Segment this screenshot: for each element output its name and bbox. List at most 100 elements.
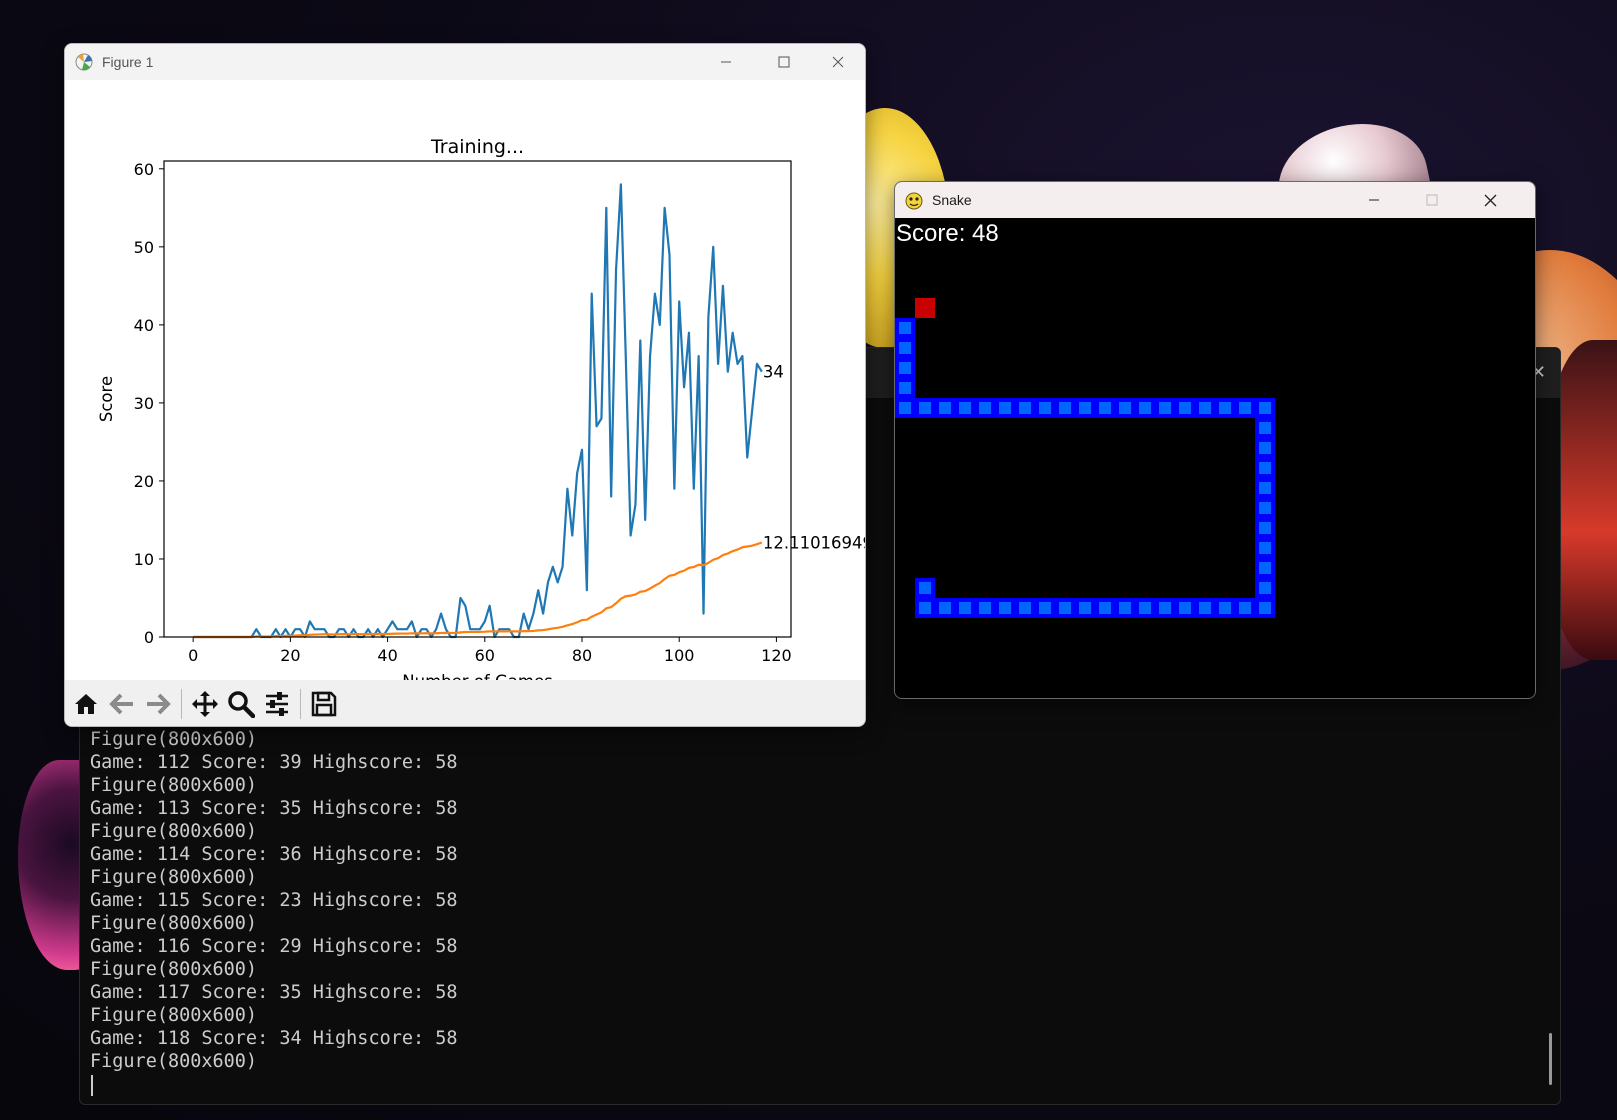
food xyxy=(915,298,935,318)
terminal-line: Game: 116 Score: 29 Highscore: 58 xyxy=(90,936,458,957)
y-tick-label: 50 xyxy=(134,238,154,257)
pan-button[interactable] xyxy=(188,686,222,722)
minimize-icon xyxy=(721,61,731,63)
snake-segment-inner xyxy=(1039,602,1051,614)
snake-segment-inner xyxy=(1259,502,1271,514)
home-button[interactable] xyxy=(69,686,103,722)
figure-window[interactable]: Figure 1 Training... Number of Games Score… xyxy=(64,43,866,727)
save-button[interactable] xyxy=(307,686,341,722)
snake-segment-inner xyxy=(1259,442,1271,454)
terminal-line: Game: 117 Score: 35 Highscore: 58 xyxy=(90,982,458,1003)
terminal-line: Figure(800x600) xyxy=(90,775,258,796)
snake-board xyxy=(895,298,1275,618)
snake-segment-inner xyxy=(1179,402,1191,414)
close-button[interactable] xyxy=(809,44,865,80)
snake-segment-inner xyxy=(1199,602,1211,614)
terminal-line: Figure(800x600) xyxy=(90,959,258,980)
snake-segment-inner xyxy=(1079,602,1091,614)
terminal-line: Game: 115 Score: 23 Highscore: 58 xyxy=(90,890,458,911)
terminal-line: Figure(800x600) xyxy=(90,729,258,750)
home-icon xyxy=(75,694,97,714)
snake-segment-inner xyxy=(1119,402,1131,414)
score-text: Score: 48 xyxy=(896,220,999,247)
configure-subplots-icon xyxy=(266,692,288,716)
configure-subplots-button[interactable] xyxy=(260,686,294,722)
snake-segment-inner xyxy=(1239,602,1251,614)
zoom-icon xyxy=(228,691,255,718)
series-line-1 xyxy=(193,541,763,639)
figure-titlebar[interactable]: Figure 1 xyxy=(65,44,865,80)
snake-segment-inner xyxy=(1259,562,1271,574)
window-title: Snake xyxy=(932,192,972,208)
snake-segment-inner xyxy=(899,342,911,354)
minimize-button[interactable] xyxy=(1345,182,1403,218)
close-icon xyxy=(1484,194,1496,206)
snake-segment-inner xyxy=(1219,602,1231,614)
window-title: Figure 1 xyxy=(102,54,154,70)
snake-segment-inner xyxy=(1099,602,1111,614)
snake-segment-inner xyxy=(1259,402,1271,414)
snake-segment-inner xyxy=(899,382,911,394)
y-tick-label: 30 xyxy=(134,394,154,413)
snake-segment-inner xyxy=(1019,602,1031,614)
terminal-line: Game: 113 Score: 35 Highscore: 58 xyxy=(90,798,458,819)
snake-segment-inner xyxy=(979,402,991,414)
toolbar-separator xyxy=(181,689,182,719)
snake-segment-inner xyxy=(959,402,971,414)
back-button[interactable] xyxy=(105,686,139,722)
y-axis-label: Score xyxy=(97,376,116,422)
x-axis-label: Number of Games xyxy=(402,672,552,680)
terminal-line: Figure(800x600) xyxy=(90,867,258,888)
maximize-button[interactable] xyxy=(755,44,813,80)
pygame-icon xyxy=(904,190,924,210)
y-tick-label: 40 xyxy=(134,316,154,335)
back-arrow-icon xyxy=(109,693,133,715)
maximize-button xyxy=(1403,182,1461,218)
x-tick-label: 20 xyxy=(280,646,300,665)
scrollbar[interactable] xyxy=(1549,1033,1552,1085)
minimize-icon xyxy=(1369,199,1379,201)
snake-segment-inner xyxy=(939,602,951,614)
terminal-line: Figure(800x600) xyxy=(90,821,258,842)
y-tick-label: 60 xyxy=(134,160,154,179)
navigation-toolbar xyxy=(65,680,865,726)
x-tick-label: 40 xyxy=(377,646,397,665)
snake-segment-inner xyxy=(1079,402,1091,414)
minimize-button[interactable] xyxy=(697,44,755,80)
matplotlib-icon xyxy=(74,52,94,72)
text-cursor xyxy=(91,1075,93,1096)
snake-segment-inner xyxy=(1259,542,1271,554)
snake-window[interactable]: Snake Score: 48 xyxy=(894,181,1536,699)
terminal-line: Game: 114 Score: 36 Highscore: 58 xyxy=(90,844,458,865)
snake-segment-inner xyxy=(999,602,1011,614)
snake-titlebar[interactable]: Snake xyxy=(895,182,1535,218)
snake-segment-inner xyxy=(899,362,911,374)
x-tick-label: 120 xyxy=(761,646,792,665)
snake-segment-inner xyxy=(999,402,1011,414)
forward-button[interactable] xyxy=(141,686,175,722)
save-icon xyxy=(311,691,337,717)
snake-segment-inner xyxy=(1259,582,1271,594)
snake-segment-inner xyxy=(979,602,991,614)
snake-segment-inner xyxy=(1199,402,1211,414)
snake-segment-inner xyxy=(1139,402,1151,414)
snake-segment-inner xyxy=(939,402,951,414)
snake-segment-inner xyxy=(1139,602,1151,614)
training-chart: Training... Number of Games Score 0 20 40 60 80… xyxy=(97,136,865,691)
game-board[interactable]: Score: 48 xyxy=(895,218,1535,698)
forward-arrow-icon xyxy=(147,693,171,715)
snake-segment-inner xyxy=(919,402,931,414)
x-tick-label: 60 xyxy=(475,646,495,665)
snake-segment-inner xyxy=(1119,602,1131,614)
series-line-0 xyxy=(193,183,763,639)
close-icon xyxy=(832,56,844,68)
snake-segment-inner xyxy=(1059,602,1071,614)
snake-segment-inner xyxy=(959,602,971,614)
plot-canvas[interactable]: Training... Number of Games Score 0 20 40 60 80… xyxy=(65,80,865,691)
series-end-label: 34 xyxy=(763,363,784,382)
snake-segment-inner xyxy=(1159,402,1171,414)
close-button[interactable] xyxy=(1461,182,1519,218)
zoom-button[interactable] xyxy=(224,686,258,722)
series-end-label: 12.11016949 xyxy=(763,534,865,553)
snake-segment-inner xyxy=(1259,482,1271,494)
